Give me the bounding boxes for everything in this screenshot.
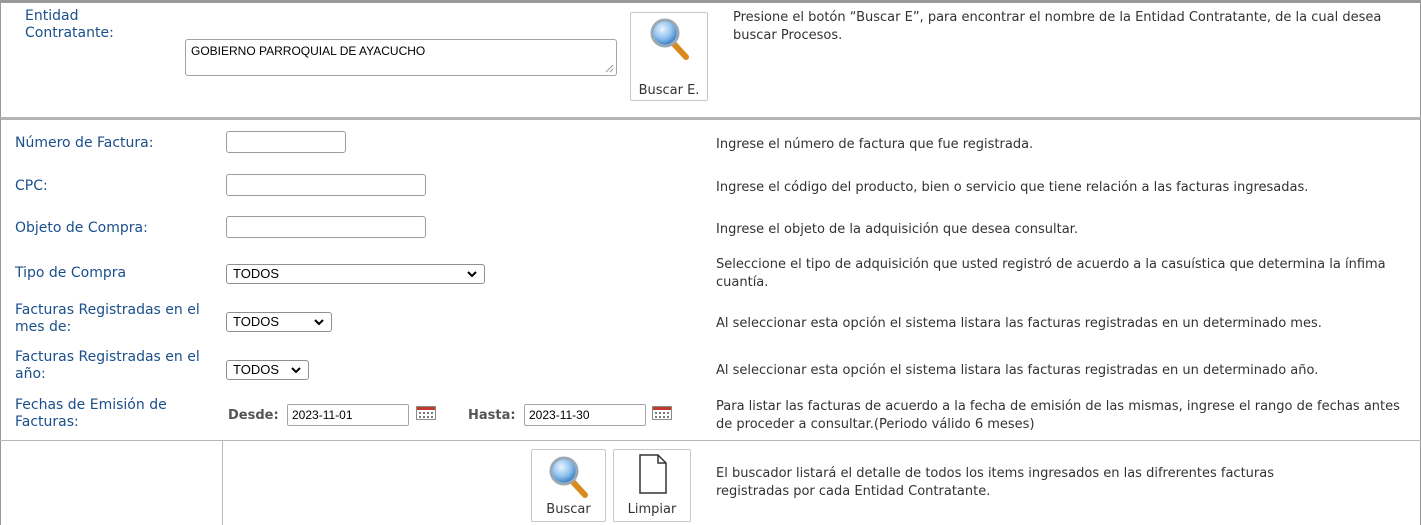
- tipo-compra-label: Tipo de Compra: [15, 265, 127, 281]
- actions-column-divider: [222, 440, 223, 525]
- entidad-textarea[interactable]: GOBIERNO PARROQUIAL DE AYACUCHO: [185, 39, 617, 76]
- fechas-help: Para listar las facturas de acuerdo a la…: [716, 399, 1400, 432]
- buscar-entidad-label: Buscar E.: [638, 83, 700, 98]
- desde-date-input[interactable]: 2023-11-01: [287, 404, 409, 426]
- anio-help: Al seleccionar esta opción el sistema li…: [716, 363, 1319, 378]
- numero-factura-label: Número de Factura:: [15, 135, 154, 151]
- fechas-label: Fechas de Emisión de Facturas:: [15, 397, 167, 430]
- calendar-icon[interactable]: [416, 406, 436, 420]
- entidad-label: Entidad Contratante:: [25, 8, 114, 41]
- objeto-compra-input[interactable]: [226, 216, 426, 238]
- desde-label: Desde:: [228, 408, 279, 423]
- buscar-label: Buscar: [546, 502, 591, 517]
- blank-document-icon: [639, 454, 667, 494]
- actions-divider: [0, 440, 1421, 441]
- hasta-label: Hasta:: [468, 408, 516, 423]
- buscar-entidad-button[interactable]: Buscar E.: [630, 12, 708, 101]
- magnifier-icon: [549, 456, 588, 498]
- magnifier-icon: [650, 18, 689, 60]
- mes-label: Facturas Registradas en el mes de:: [15, 302, 200, 335]
- tipo-compra-selected: TODOS: [233, 266, 279, 281]
- mes-selected: TODOS: [233, 314, 279, 329]
- tipo-compra-select[interactable]: TODOS: [226, 264, 485, 284]
- limpiar-button[interactable]: Limpiar: [613, 449, 691, 522]
- chevron-down-icon: [291, 367, 301, 374]
- objeto-compra-help: Ingrese el objeto de la adquisición que …: [716, 222, 1078, 237]
- resize-grip-icon: [605, 64, 614, 73]
- mes-help: Al seleccionar esta opción el sistema li…: [716, 316, 1322, 331]
- actions-help: El buscador listará el detalle de todos …: [716, 466, 1274, 499]
- tipo-compra-help: Seleccione el tipo de adquisición que us…: [716, 257, 1386, 290]
- chevron-down-icon: [467, 271, 477, 278]
- hasta-date-input[interactable]: 2023-11-30: [524, 404, 646, 426]
- calendar-icon[interactable]: [652, 406, 672, 420]
- entidad-help: Presione el botón “Buscar E”, para encon…: [733, 10, 1382, 43]
- chevron-down-icon: [314, 319, 324, 326]
- anio-selected: TODOS: [233, 362, 279, 377]
- anio-label: Facturas Registradas en el año:: [15, 349, 200, 382]
- cpc-input[interactable]: [226, 174, 426, 196]
- buscar-button[interactable]: Buscar: [531, 449, 606, 522]
- cpc-help: Ingrese el código del producto, bien o s…: [716, 180, 1309, 195]
- numero-factura-input[interactable]: [226, 131, 346, 153]
- limpiar-label: Limpiar: [627, 502, 677, 517]
- anio-select[interactable]: TODOS: [226, 360, 309, 380]
- entidad-value: GOBIERNO PARROQUIAL DE AYACUCHO: [191, 44, 426, 58]
- mes-select[interactable]: TODOS: [226, 312, 332, 332]
- numero-factura-help: Ingrese el número de factura que fue reg…: [716, 137, 1034, 152]
- cpc-label: CPC:: [15, 178, 48, 194]
- objeto-compra-label: Objeto de Compra:: [15, 220, 148, 236]
